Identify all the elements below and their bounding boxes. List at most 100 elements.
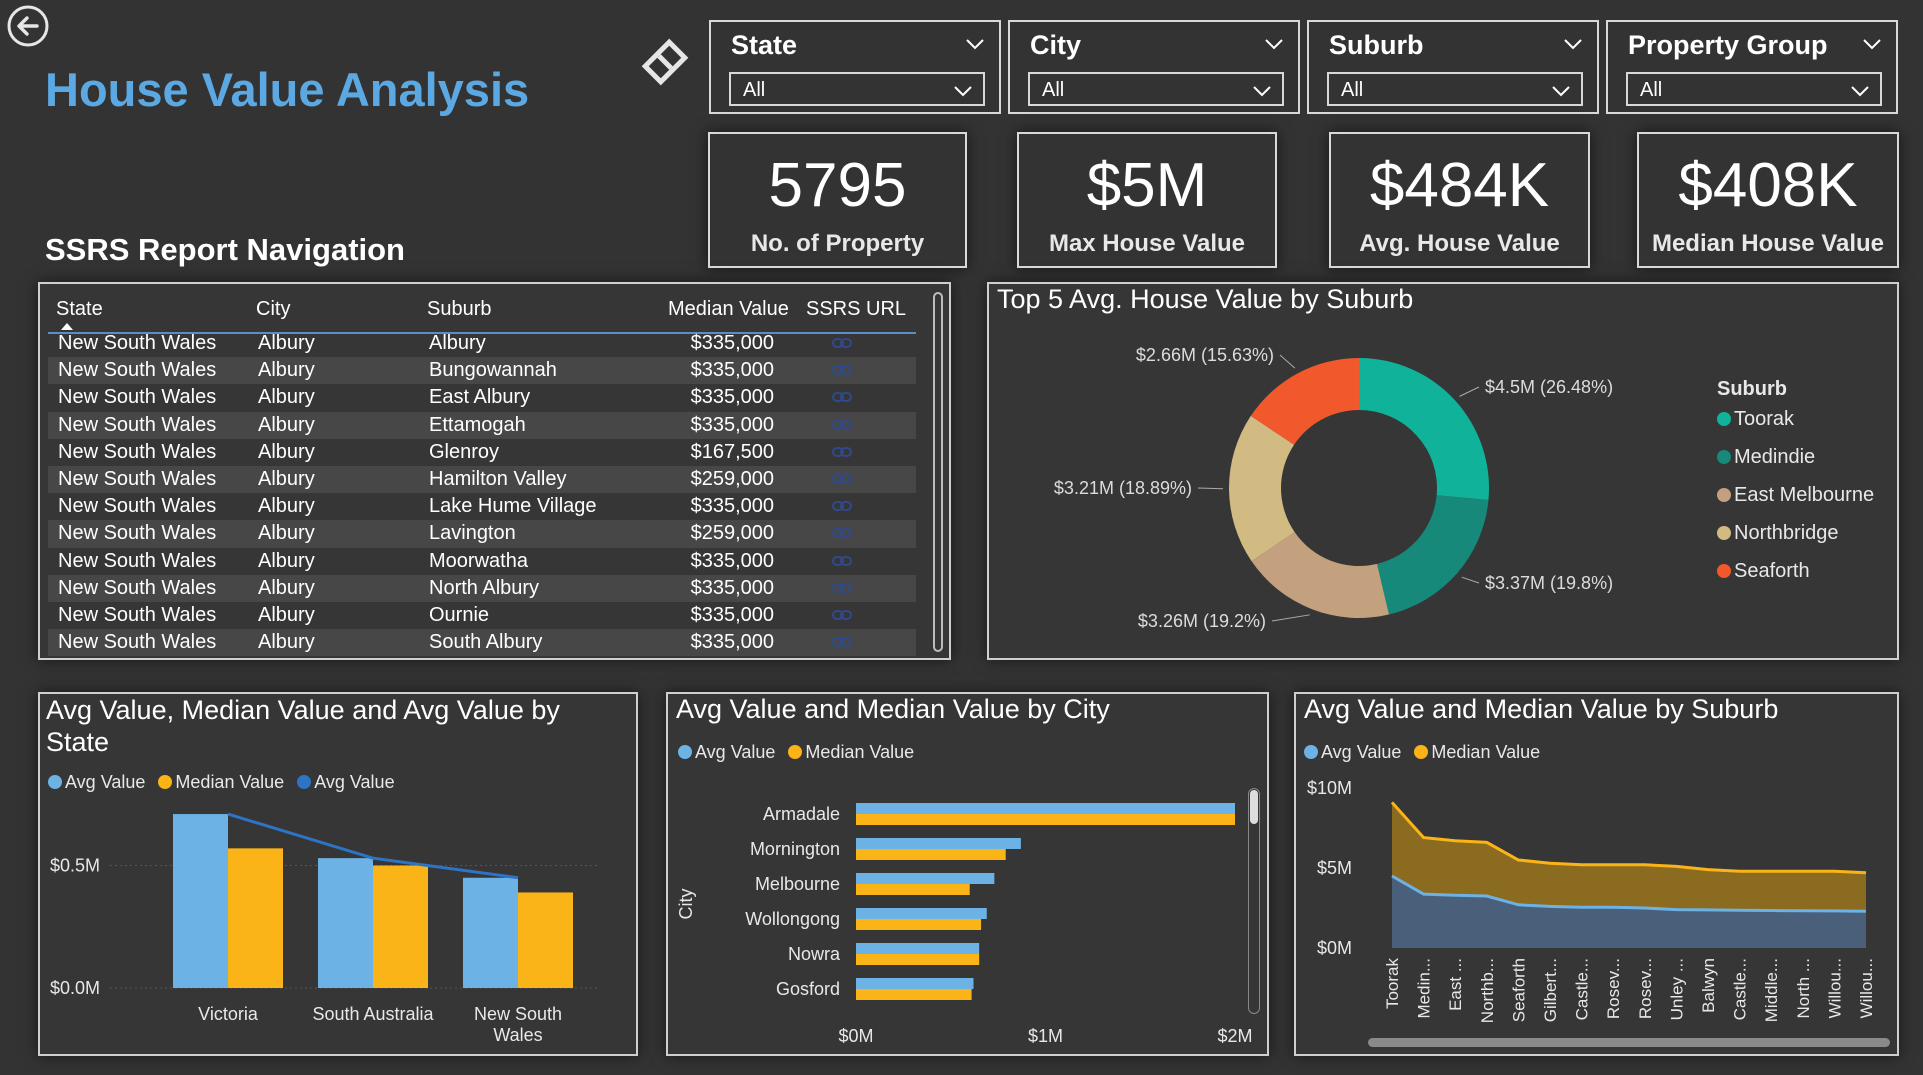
bar-avg-value[interactable]	[856, 803, 1235, 814]
legend-item[interactable]: East Melbourne	[1717, 484, 1874, 522]
city-slicer[interactable]: City All	[1008, 20, 1300, 114]
city-bar-chart[interactable]: City Armadale Mornington Melbourne Wollongon…	[668, 694, 1267, 1054]
property-group-dropdown[interactable]: All	[1626, 72, 1882, 106]
link-icon[interactable]	[832, 419, 852, 431]
x-tick-label: Willou...	[1857, 958, 1876, 1018]
bar-median-value[interactable]	[373, 865, 428, 989]
y-tick-label: Melbourne	[755, 874, 840, 894]
ssrs-url-cell[interactable]	[792, 357, 916, 384]
property-group-slicer[interactable]: Property Group All	[1606, 20, 1898, 114]
legend-item[interactable]: Seaforth	[1717, 560, 1874, 598]
legend-label: East Melbourne	[1734, 484, 1875, 506]
ssrs-url-cell[interactable]	[792, 384, 916, 411]
link-icon[interactable]	[832, 337, 852, 349]
bar-avg-value[interactable]	[318, 858, 373, 988]
table-row[interactable]: New South Wales Albury East Albury $335,000	[48, 384, 916, 411]
link-icon[interactable]	[832, 527, 852, 539]
table-row[interactable]: New South Wales Albury Moorwatha $335,000	[48, 548, 916, 575]
table-row[interactable]: New South Wales Albury Albury $335,000	[48, 330, 916, 357]
bar-median-value[interactable]	[856, 884, 970, 895]
back-button[interactable]	[6, 4, 50, 48]
chevron-down-icon	[1253, 86, 1271, 97]
ssrs-url-cell[interactable]	[792, 330, 916, 357]
link-icon[interactable]	[832, 582, 852, 594]
bar-avg-value[interactable]	[173, 814, 228, 988]
ssrs-url-cell[interactable]	[792, 439, 916, 466]
y-tick-label: Gosford	[776, 979, 840, 999]
state-slicer[interactable]: State All	[709, 20, 1001, 114]
bar-avg-value[interactable]	[856, 943, 980, 954]
table-row[interactable]: New South Wales Albury Lavington $259,000	[48, 520, 916, 548]
chevron-down-icon[interactable]	[1862, 34, 1882, 54]
chart-horizontal-scrollbar[interactable]	[1368, 1038, 1890, 1047]
bar-avg-value[interactable]	[463, 877, 518, 988]
bar-avg-value[interactable]	[856, 978, 974, 989]
donut-leader-line	[1279, 354, 1296, 369]
link-icon[interactable]	[832, 609, 852, 621]
x-tick-label: Medin...	[1415, 958, 1434, 1018]
table-row[interactable]: New South Wales Albury Ournie $335,000	[48, 602, 916, 629]
bar-median-value[interactable]	[856, 814, 1235, 825]
x-tick-label: Castle...	[1731, 958, 1750, 1020]
state-dropdown[interactable]: All	[729, 72, 985, 106]
y-tick-label: $10M	[1307, 778, 1352, 798]
table-row[interactable]: New South Wales Albury Lake Hume Village $3…	[48, 493, 916, 520]
link-icon[interactable]	[832, 500, 852, 512]
ssrs-url-cell[interactable]	[792, 520, 916, 547]
ssrs-url-cell[interactable]	[792, 629, 916, 656]
ssrs-url-cell[interactable]	[792, 412, 916, 439]
ssrs-url-cell[interactable]	[792, 575, 916, 602]
suburb-dropdown[interactable]: All	[1327, 72, 1583, 106]
clear-filters-button[interactable]	[636, 34, 694, 92]
bar-median-value[interactable]	[228, 848, 283, 988]
table-row[interactable]: New South Wales Albury Hamilton Valley $259…	[48, 465, 916, 494]
col-header-city[interactable]: City	[256, 298, 290, 321]
donut-slice-toorak[interactable]	[1359, 358, 1489, 500]
legend-item[interactable]: Northbridge	[1717, 522, 1874, 560]
ssrs-navigation-table[interactable]: State City Suburb Median Value SSRS URL …	[38, 282, 951, 660]
bar-avg-value[interactable]	[856, 873, 995, 884]
legend-item[interactable]: Medindie	[1717, 446, 1874, 484]
col-header-median-value[interactable]: Median Value	[668, 298, 789, 321]
bar-median-value[interactable]	[856, 849, 1006, 860]
table-row[interactable]: New South Wales Albury North Albury $335,00…	[48, 574, 916, 602]
link-icon[interactable]	[832, 446, 852, 458]
scrollbar-thumb[interactable]	[1250, 790, 1258, 824]
ssrs-url-cell[interactable]	[792, 466, 916, 493]
ssrs-url-cell[interactable]	[792, 548, 916, 575]
ssrs-url-cell[interactable]	[792, 493, 916, 520]
chevron-down-icon[interactable]	[965, 34, 985, 54]
table-row[interactable]: New South Wales Albury Glenroy $167,500	[48, 439, 916, 466]
bar-avg-value[interactable]	[856, 838, 1021, 849]
suburb-cell: Ournie	[429, 603, 490, 626]
table-row[interactable]: New South Wales Albury Ettamogah $335,000	[48, 411, 916, 439]
ssrs-url-cell[interactable]	[792, 602, 916, 629]
bar-median-value[interactable]	[518, 892, 573, 988]
city-slicer-label: City	[1030, 30, 1082, 60]
table-scrollbar[interactable]	[933, 292, 943, 652]
link-icon[interactable]	[832, 364, 852, 376]
suburb-area-chart[interactable]: $0M $5M $10M Toorak Medin... East ... Northb..…	[1296, 694, 1897, 1054]
col-header-state[interactable]: State	[56, 298, 103, 321]
city-dropdown[interactable]: All	[1028, 72, 1284, 106]
col-header-ssrs-url[interactable]: SSRS URL	[806, 298, 906, 321]
chevron-down-icon[interactable]	[1264, 34, 1284, 54]
chevron-down-icon[interactable]	[1563, 34, 1583, 54]
donut-slice-medindie[interactable]	[1376, 495, 1489, 615]
link-icon[interactable]	[832, 473, 852, 485]
link-icon[interactable]	[832, 391, 852, 403]
state-cell: New South Wales	[58, 576, 217, 599]
col-header-suburb[interactable]: Suburb	[427, 298, 492, 321]
table-row[interactable]: New South Wales Albury South Albury $335,00…	[48, 629, 916, 657]
suburb-slicer[interactable]: Suburb All	[1307, 20, 1599, 114]
table-row[interactable]: New South Wales Albury Bungowannah $335,000	[48, 357, 916, 385]
bar-median-value[interactable]	[856, 989, 972, 1000]
bar-median-value[interactable]	[856, 954, 980, 965]
link-icon[interactable]	[832, 636, 852, 648]
bar-median-value[interactable]	[856, 919, 982, 930]
link-icon[interactable]	[832, 555, 852, 567]
bar-avg-value[interactable]	[856, 908, 987, 919]
state-bar-chart[interactable]: $0.0M $0.5M Victoria South Australia New Sou…	[40, 694, 636, 1054]
chart-scrollbar[interactable]	[1248, 788, 1260, 1014]
legend-item[interactable]: Toorak	[1717, 408, 1874, 446]
